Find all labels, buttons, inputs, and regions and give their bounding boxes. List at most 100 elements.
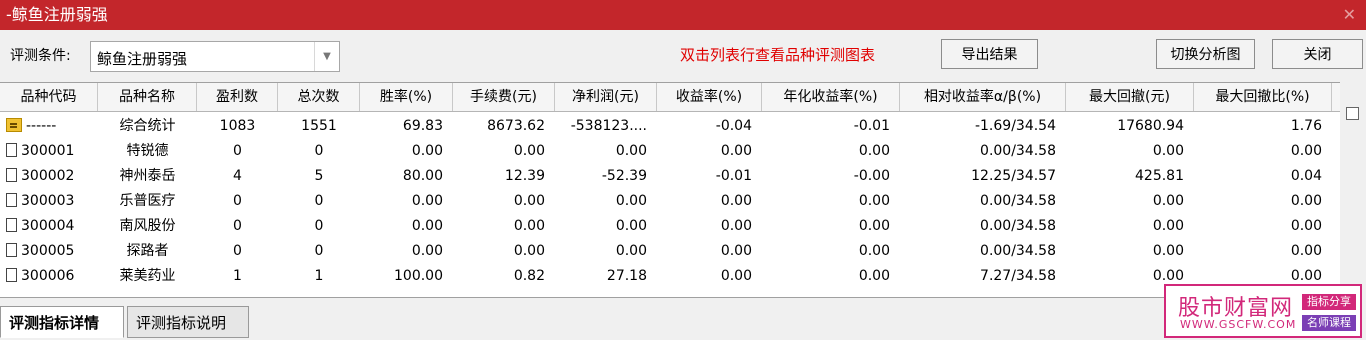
result-table[interactable]: 品种代码 品种名称 盈利数 总次数 胜率(%) 手续费(元) 净利润(元) 收益…	[0, 82, 1340, 298]
cell-text: 300005	[21, 243, 75, 259]
cell-text: ------	[26, 118, 57, 134]
table-row[interactable]: 300005 探路者 0 0 0.00 0.00 0.00 0.00 0.00 0.00/34.5…	[0, 239, 1340, 264]
table-cell-win: 0	[233, 143, 242, 159]
table-cell-win: 1	[233, 268, 242, 284]
table-cell-annual: -0.01	[853, 118, 890, 134]
table-cell-annual: 0.00	[858, 193, 890, 209]
table-cell-relative: 0.00/34.58	[980, 193, 1056, 209]
document-icon	[6, 218, 17, 232]
window-close-icon[interactable]: ✕	[1343, 0, 1356, 30]
cell-text: 300001	[21, 143, 75, 159]
table-cell-name: 特锐德	[126, 143, 169, 159]
table-cell-total: 0	[314, 218, 324, 234]
header-cell[interactable]: 品种代码	[0, 83, 98, 111]
table-cell-profit: 27.18	[606, 268, 647, 284]
table-cell-maxddr: 0.00	[1290, 143, 1322, 159]
checkbox[interactable]	[1346, 107, 1359, 120]
table-cell-total: 0	[314, 243, 324, 259]
table-cell-profit: 0.00	[615, 218, 647, 234]
table-cell-name: 探路者	[126, 243, 169, 259]
header-cell[interactable]: 最大回撤(元)	[1066, 83, 1194, 111]
cell-text: 300004	[21, 218, 75, 234]
window-title: -鲸鱼注册弱强	[6, 5, 108, 24]
document-icon	[6, 243, 17, 257]
table-cell-name: 综合统计	[119, 118, 176, 134]
header-cell[interactable]: 收益率(%)	[657, 83, 762, 111]
table-cell-ret: -0.01	[715, 168, 752, 184]
table-cell-rate: 80.00	[402, 168, 443, 184]
header-cell[interactable]: 手续费(元)	[453, 83, 555, 111]
tab-indicator-details[interactable]: 评测指标详情	[0, 306, 124, 338]
hint-text: 双击列表行查看品种评测图表	[680, 46, 876, 64]
table-row[interactable]: 300006 莱美药业 1 1 100.00 0.82 27.18 0.00 0.00 7.27/…	[0, 264, 1340, 289]
table-cell-name: 莱美药业	[119, 268, 176, 284]
condition-select[interactable]: 鲸鱼注册弱强 ▼	[90, 41, 340, 72]
table-cell-code: 300002	[0, 164, 98, 189]
table-cell-maxddr: 0.00	[1290, 193, 1322, 209]
condition-select-value: 鲸鱼注册弱强	[97, 50, 188, 68]
table-cell-profit: -538123....	[570, 118, 647, 134]
table-row[interactable]: 300002 神州泰岳 4 5 80.00 12.39 -52.39 -0.01 -0.00 12…	[0, 164, 1340, 189]
table-cell-annual: 0.00	[858, 243, 890, 259]
table-cell-relative: 7.27/34.58	[980, 268, 1056, 284]
table-cell-fee: 8673.62	[487, 118, 545, 134]
header-cell[interactable]: 总次数	[278, 83, 360, 111]
table-cell-maxdd: 0.00	[1152, 193, 1184, 209]
table-cell-maxdd: 17680.94	[1117, 118, 1184, 134]
document-icon	[6, 193, 17, 207]
header-cell[interactable]: 最大回撤比(%)	[1194, 83, 1332, 111]
header-cell[interactable]: 胜率(%)	[360, 83, 453, 111]
export-button[interactable]: 导出结果	[941, 39, 1038, 69]
table-cell-maxdd: 0.00	[1152, 143, 1184, 159]
table-cell-relative: 0.00/34.58	[980, 243, 1056, 259]
table-cell-ret: 0.00	[720, 193, 752, 209]
header-cell[interactable]: 品种名称	[98, 83, 197, 111]
table-cell-name: 神州泰岳	[119, 168, 176, 184]
table-cell-rate: 0.00	[411, 193, 443, 209]
header-cell[interactable]: 净利润(元)	[555, 83, 657, 111]
table-row[interactable]: 300001 特锐德 0 0 0.00 0.00 0.00 0.00 0.00 0.00/34.5…	[0, 139, 1340, 164]
chevron-down-icon[interactable]: ▼	[314, 42, 339, 71]
tab-indicator-description[interactable]: 评测指标说明	[127, 306, 249, 338]
table-cell-relative: 0.00/34.58	[980, 218, 1056, 234]
table-cell-annual: 0.00	[858, 218, 890, 234]
table-cell-total: 1551	[301, 118, 337, 134]
close-button[interactable]: 关闭	[1272, 39, 1363, 69]
table-cell-annual: -0.00	[853, 168, 890, 184]
table-cell-code: 300003	[0, 189, 98, 214]
table-cell-total: 0	[314, 143, 324, 159]
table-cell-code: 300006	[0, 264, 98, 289]
cell-text: 300003	[21, 193, 75, 209]
table-cell-annual: 0.00	[858, 143, 890, 159]
table-cell-profit: -52.39	[601, 168, 647, 184]
table-row[interactable]: ------ 综合统计 1083 1551 69.83 8673.62 -538123...…	[0, 114, 1340, 139]
header-cell[interactable]: 年化收益率(%)	[762, 83, 900, 111]
watermark-url: WWW.GSCFW.COM	[1180, 318, 1297, 331]
table-cell-profit: 0.00	[615, 243, 647, 259]
header-cell[interactable]: 盈利数	[197, 83, 278, 111]
table-cell-fee: 0.00	[513, 218, 545, 234]
table-cell-maxddr: 0.00	[1290, 218, 1322, 234]
table-row[interactable]: 300003 乐普医疗 0 0 0.00 0.00 0.00 0.00 0.00 0.00/34.…	[0, 189, 1340, 214]
table-cell-rate: 100.00	[394, 268, 443, 284]
table-cell-annual: 0.00	[858, 268, 890, 284]
table-header: 品种代码 品种名称 盈利数 总次数 胜率(%) 手续费(元) 净利润(元) 收益…	[0, 83, 1340, 112]
window-titlebar: -鲸鱼注册弱强 ✕	[0, 0, 1366, 30]
table-row[interactable]: 300004 南风股份 0 0 0.00 0.00 0.00 0.00 0.00 0.00/34.…	[0, 214, 1340, 239]
switch-chart-button[interactable]: 切换分析图	[1156, 39, 1255, 69]
table-cell-rate: 69.83	[402, 118, 443, 134]
table-cell-rate: 0.00	[411, 218, 443, 234]
table-cell-maxddr: 0.00	[1290, 243, 1322, 259]
table-cell-win: 0	[233, 193, 242, 209]
table-cell-total: 5	[314, 168, 324, 184]
document-icon	[6, 143, 17, 157]
table-cell-code: 300004	[0, 214, 98, 239]
folder-icon	[6, 118, 22, 132]
watermark-tag: 指标分享	[1302, 294, 1356, 310]
header-cell[interactable]: 相对收益率α/β(%)	[900, 83, 1066, 111]
table-cell-profit: 0.00	[615, 193, 647, 209]
table-cell-ret: 0.00	[720, 243, 752, 259]
table-cell-code: 300005	[0, 239, 98, 264]
table-cell-fee: 0.00	[513, 243, 545, 259]
table-cell-name: 乐普医疗	[119, 193, 176, 209]
